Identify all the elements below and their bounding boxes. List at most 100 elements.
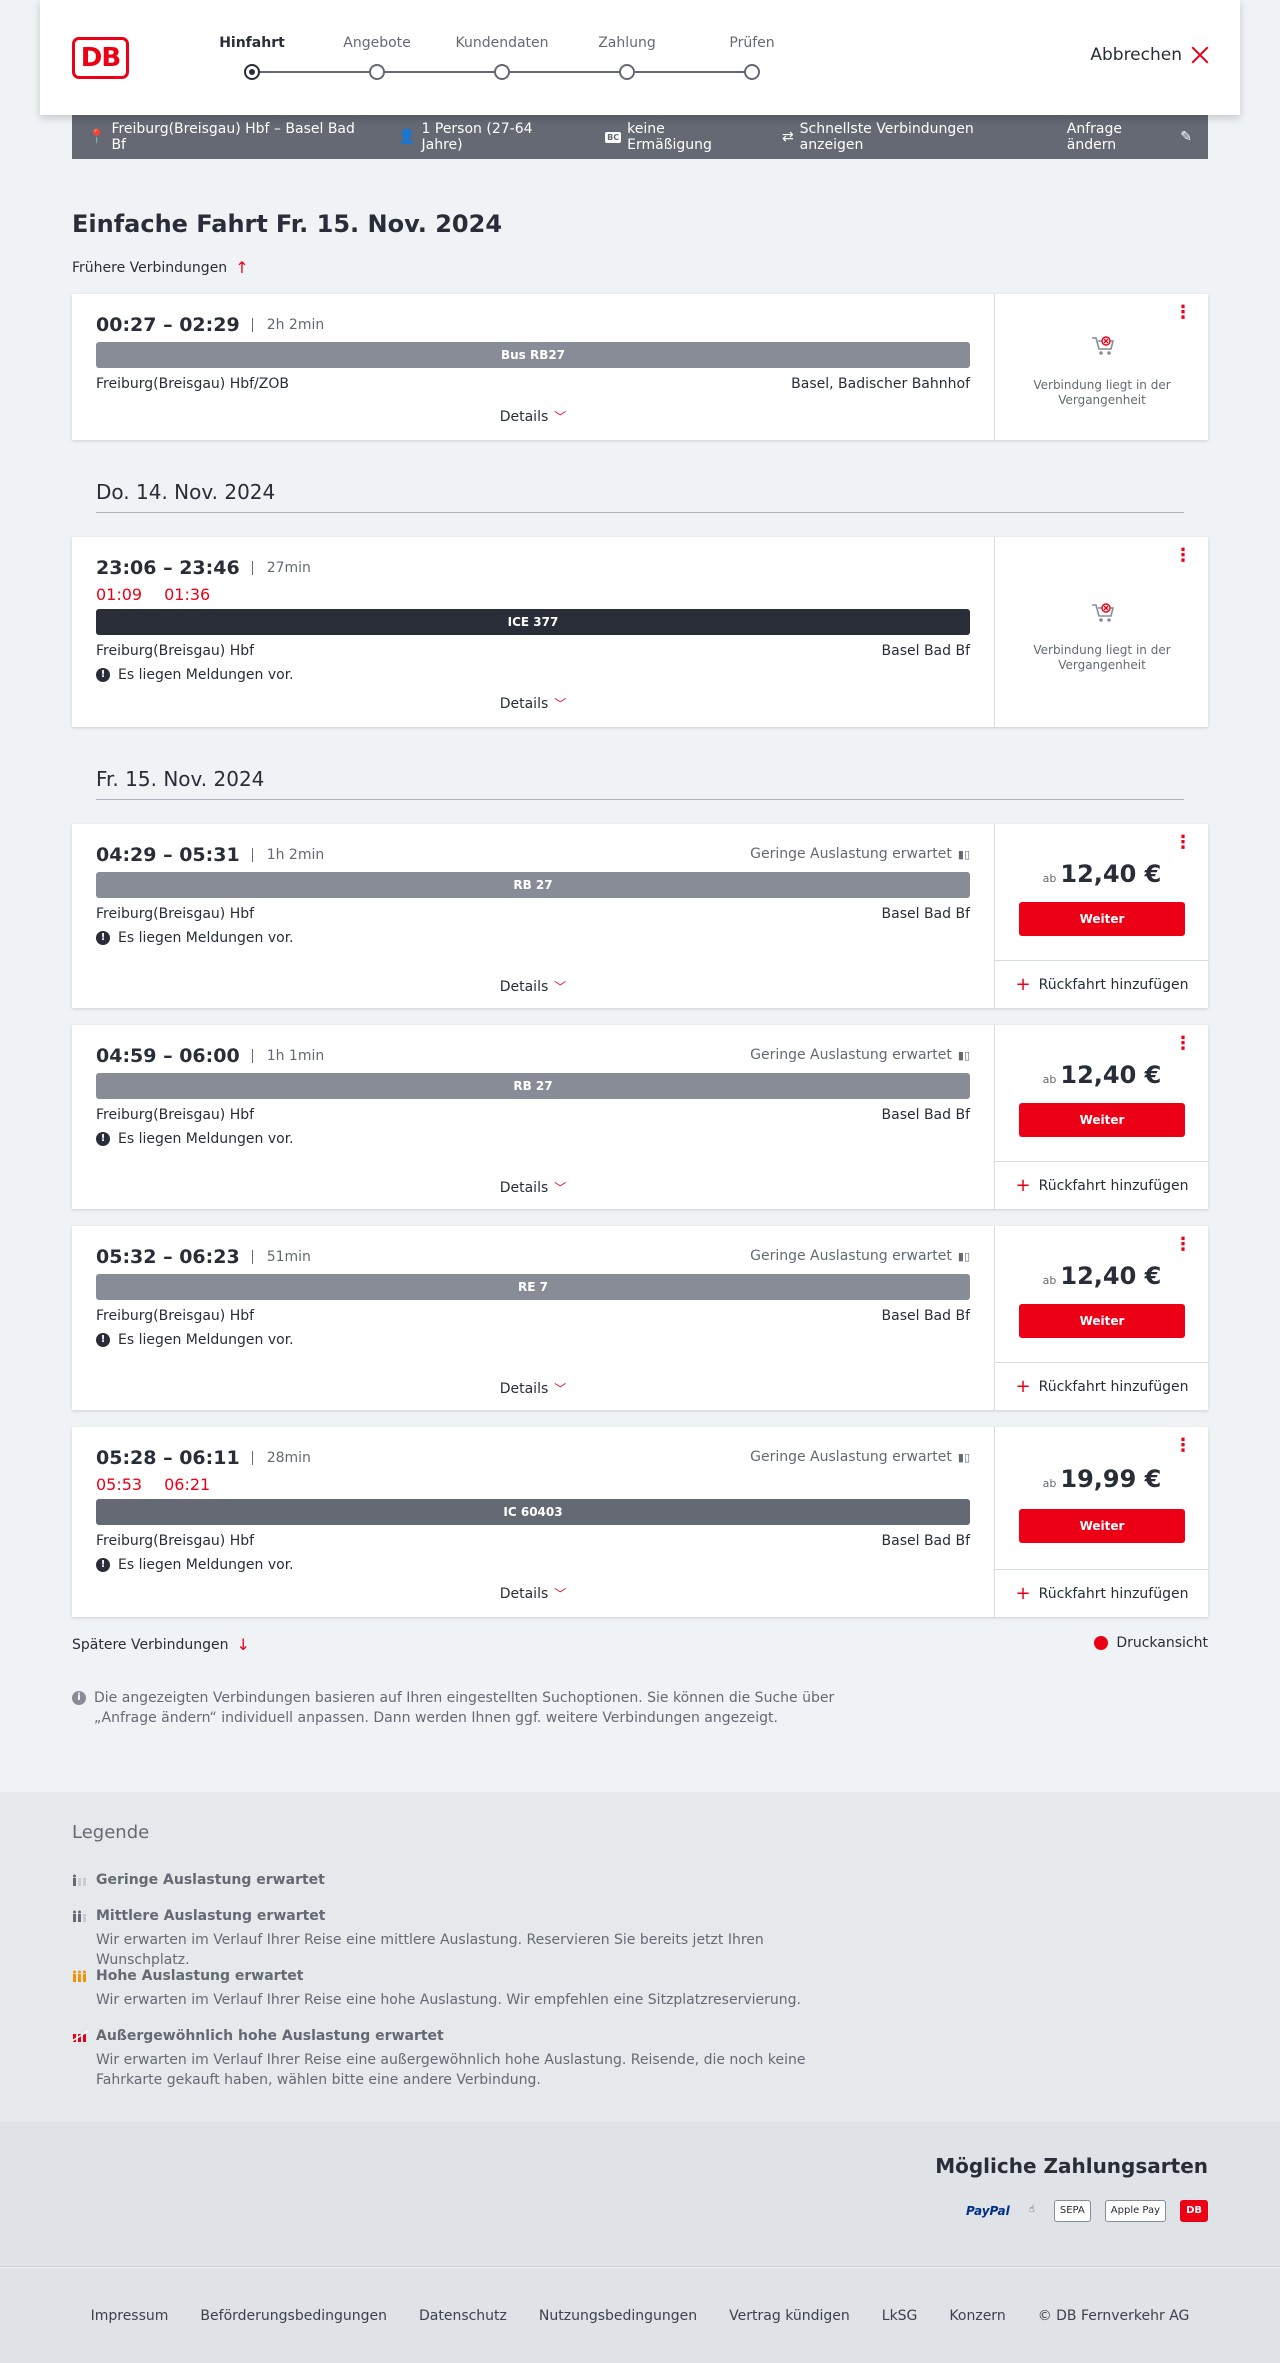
step-angebote[interactable]: Angebote [343, 35, 411, 51]
print-view-link[interactable]: Druckansicht [1094, 1635, 1208, 1651]
add-return-button[interactable]: + Rückfahrt hinzufügen [995, 1161, 1209, 1209]
more-options-icon[interactable]: ⋮ [1174, 1437, 1192, 1455]
continue-button[interactable]: Weiter [1019, 1103, 1185, 1137]
connection-card[interactable]: 04:59 – 06:00 1h 1min Geringe Auslastung … [72, 1025, 1209, 1209]
price-prefix: ab [1042, 1477, 1057, 1490]
db-logo[interactable]: DB [72, 37, 129, 79]
occupancy-high-icon [73, 1970, 86, 1982]
connection-card[interactable]: 23:06 – 23:46 27min 01:09 01:36 ICE 377 Fr… [72, 537, 1208, 727]
apple-pay-icon: Apple Pay [1104, 2200, 1167, 2222]
price-value: 19,99 € [1060, 1465, 1162, 1493]
more-options-icon[interactable]: ⋮ [1174, 304, 1192, 322]
fastest-item[interactable]: ⇄ Schnellste Verbindungen anzeigen [782, 121, 1035, 153]
train-bar: Bus RB27 [96, 342, 970, 368]
step-dot [369, 64, 385, 80]
details-toggle[interactable]: Details ﹀ [72, 1179, 994, 1196]
alert-icon: ! [96, 668, 110, 682]
past-notice: Verbindung liegt in der Vergangenheit [1033, 378, 1171, 407]
times-label: 05:32 – 06:23 [96, 1246, 240, 1268]
payment-title: Mögliche Zahlungsarten [935, 2154, 1208, 2178]
chevron-down-icon: ﹀ [554, 1587, 567, 1601]
footer-link-vertrag-kuendigen[interactable]: Vertrag kündigen [729, 2308, 850, 2324]
realtime-times: 05:53 06:21 [96, 1475, 232, 1494]
more-options-icon[interactable]: ⋮ [1174, 834, 1192, 852]
connection-card[interactable]: 05:28 – 06:11 28min Geringe Auslastung er… [72, 1427, 1209, 1617]
alert-icon: ! [96, 1558, 110, 1572]
footer-link-nutzungsbedingungen[interactable]: Nutzungsbedingungen [539, 2308, 697, 2324]
chevron-down-icon: ﹀ [554, 697, 567, 711]
add-return-button[interactable]: + Rückfahrt hinzufügen [995, 1362, 1209, 1410]
connection-info: 05:32 – 06:23 51min Geringe Auslastung er… [72, 1226, 994, 1410]
occupancy-indicator: Geringe Auslastung erwartet ▮▯ [750, 1449, 970, 1465]
footer-link-befoerderungsbedingungen[interactable]: Beförderungsbedingungen [200, 2308, 387, 2324]
plus-icon: + [1015, 974, 1031, 995]
discount-item[interactable]: BC keine Ermäßigung [605, 121, 750, 153]
connection-card[interactable]: 05:32 – 06:23 51min Geringe Auslastung er… [72, 1226, 1209, 1410]
info-note: i Die angezeigten Verbindungen basieren a… [72, 1688, 852, 1728]
more-options-icon[interactable]: ⋮ [1174, 547, 1192, 565]
footer-link-konzern[interactable]: Konzern [949, 2308, 1005, 2324]
step-dot [494, 64, 510, 80]
details-toggle[interactable]: Details ﹀ [72, 1585, 994, 1602]
persons-item[interactable]: 👤 1 Person (27-64 Jahre) [398, 121, 573, 153]
connection-info: 05:28 – 06:11 28min Geringe Auslastung er… [72, 1427, 994, 1617]
occupancy-label: Geringe Auslastung erwartet [750, 1449, 952, 1465]
past-notice: Verbindung liegt in der Vergangenheit [1033, 643, 1171, 672]
later-connections-link[interactable]: Spätere Verbindungen ↓ [72, 1635, 250, 1654]
train-bar: RB 27 [96, 872, 970, 898]
details-toggle[interactable]: Details ﹀ [72, 695, 994, 712]
price: ab 12,40 € [995, 1262, 1209, 1290]
footer-copyright: © DB Fernverkehr AG [1037, 2307, 1190, 2324]
continue-button[interactable]: Weiter [1019, 902, 1185, 936]
offer-panel: ⋮ ab 19,99 € Weiter + Rückfahrt hinzufügen [994, 1427, 1209, 1617]
connection-card[interactable]: 00:27 – 02:29 2h 2min Bus RB27 Freiburg(B… [72, 294, 1208, 440]
arrival-station: Basel Bad Bf [881, 1107, 970, 1123]
cancel-label: Abbrechen [1090, 45, 1182, 65]
route-label: Freiburg(Breisgau) Hbf – Basel Bad Bf [111, 121, 355, 153]
legend-item-text: Wir erwarten im Verlauf Ihrer Reise eine… [96, 1932, 764, 1968]
add-return-button[interactable]: + Rückfahrt hinzufügen [995, 960, 1209, 1008]
earlier-connections-link[interactable]: Frühere Verbindungen ↑ [72, 258, 249, 277]
chevron-down-icon: ﹀ [554, 1382, 567, 1396]
train-bar: RB 27 [96, 1073, 970, 1099]
occupancy-label: Geringe Auslastung erwartet [750, 1047, 952, 1063]
change-request-label: Anfrage ändern [1066, 121, 1123, 153]
details-label: Details [499, 1180, 549, 1196]
realtime-times: 01:09 01:36 [96, 585, 232, 604]
details-toggle[interactable]: Details ﹀ [72, 1380, 994, 1397]
more-options-icon[interactable]: ⋮ [1174, 1236, 1192, 1254]
payment-icons: PayPal ☝ SEPA Apple Pay DB [966, 2200, 1208, 2222]
occupancy-indicator: Geringe Auslastung erwartet ▮▯ [750, 1047, 970, 1063]
duration: 2h 2min [251, 318, 324, 332]
footer-link-datenschutz[interactable]: Datenschutz [419, 2308, 507, 2324]
times-label: 05:28 – 06:11 [96, 1447, 240, 1469]
info-icon: i [72, 1691, 86, 1705]
price-prefix: ab [1042, 1274, 1057, 1287]
duration: 28min [251, 1451, 311, 1465]
occupancy-low-icon: ▮▯ [957, 847, 970, 861]
footer-link-impressum[interactable]: Impressum [91, 2308, 169, 2324]
price-value: 12,40 € [1060, 1262, 1162, 1290]
message-notice: ! Es liegen Meldungen vor. [96, 1332, 294, 1348]
departure-station: Freiburg(Breisgau) Hbf [96, 1308, 255, 1324]
search-summary-bar: 📍 Freiburg(Breisgau) Hbf – Basel Bad Bf 👤… [72, 115, 1208, 159]
change-request-button[interactable]: Anfrage ändern ✎ [1067, 121, 1192, 153]
swap-arrows-icon: ⇄ [781, 129, 794, 145]
add-return-button[interactable]: + Rückfahrt hinzufügen [995, 1569, 1209, 1617]
price: ab 12,40 € [995, 1061, 1209, 1089]
cart-unavailable-icon [1092, 336, 1115, 355]
connection-card[interactable]: 04:29 – 05:31 1h 2min Geringe Auslastung … [72, 824, 1209, 1008]
price-prefix: ab [1042, 1073, 1057, 1086]
continue-button[interactable]: Weiter [1019, 1509, 1185, 1543]
fastest-label: Schnellste Verbindungen anzeigen [799, 121, 974, 153]
realtime-arrival: 06:21 [164, 1475, 211, 1494]
details-toggle[interactable]: Details ﹀ [72, 408, 994, 425]
connection-times: 04:29 – 05:31 1h 2min [96, 844, 324, 866]
continue-button[interactable]: Weiter [1019, 1304, 1185, 1338]
connection-times: 23:06 – 23:46 27min [96, 557, 311, 579]
route-item[interactable]: 📍 Freiburg(Breisgau) Hbf – Basel Bad Bf [88, 121, 366, 153]
more-options-icon[interactable]: ⋮ [1174, 1035, 1192, 1053]
details-toggle[interactable]: Details ﹀ [72, 978, 994, 995]
footer-link-lksg[interactable]: LkSG [882, 2308, 918, 2324]
cancel-button[interactable]: Abbrechen [1090, 45, 1210, 65]
